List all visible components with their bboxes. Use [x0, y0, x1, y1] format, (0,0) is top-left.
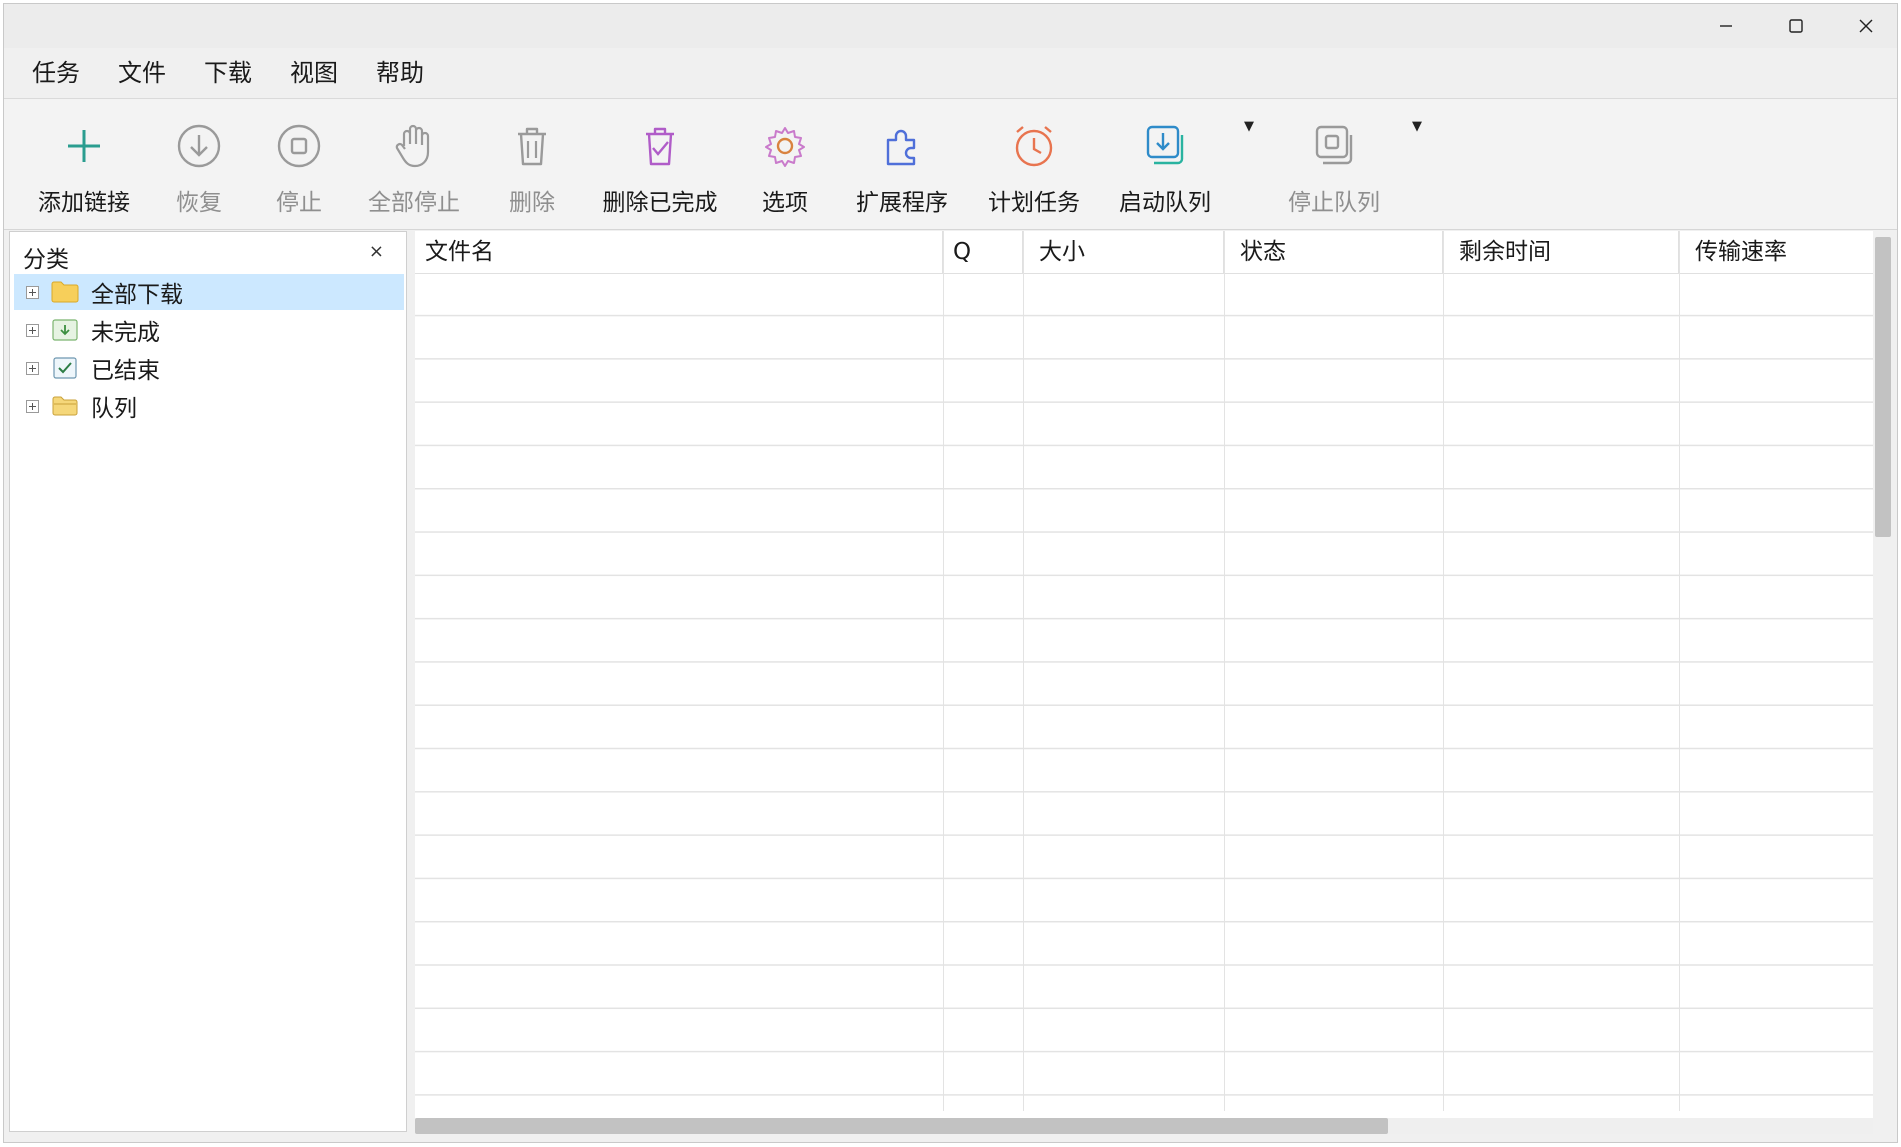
- resume-download-icon: [177, 124, 221, 168]
- stop-queue-button[interactable]: 停止队列: [1286, 99, 1382, 229]
- maximize-icon: [1789, 19, 1803, 33]
- category-panel: 分类 × 全部下载 未完成 已结束 队列: [9, 231, 407, 1132]
- column-header-transfer-rate[interactable]: 传输速率: [1679, 231, 1873, 273]
- extensions-label: 扩展程序: [856, 190, 948, 216]
- puzzle-icon: [886, 129, 916, 166]
- tree-item-label: 已结束: [91, 358, 160, 384]
- options-label: 选项: [762, 190, 808, 216]
- menu-file[interactable]: 文件: [118, 48, 166, 98]
- close-icon: [1859, 19, 1873, 33]
- expand-icon[interactable]: [26, 323, 39, 337]
- stop-queue-dropdown-icon[interactable]: ▼: [1412, 119, 1422, 134]
- delete-label: 删除: [509, 190, 555, 216]
- folder-icon: [51, 281, 79, 303]
- toolbar: 添加链接 恢复 停止 全部停止 删除 删除已完成 选项 扩展程序 计划任务 启动…: [4, 99, 1897, 230]
- category-panel-header: 分类 ×: [10, 232, 406, 273]
- column-header-size[interactable]: 大小: [1023, 231, 1224, 273]
- alarm-clock-icon: [1015, 126, 1053, 167]
- tree-item-incomplete[interactable]: 未完成: [14, 312, 404, 348]
- column-header-q[interactable]: Q: [943, 231, 1023, 273]
- start-queue-dropdown-icon[interactable]: ▼: [1244, 119, 1254, 134]
- gear-icon: [765, 127, 805, 167]
- column-divider: [1224, 231, 1225, 1111]
- stop-all-button[interactable]: 全部停止: [366, 99, 462, 229]
- minimize-icon: [1720, 25, 1732, 27]
- close-button[interactable]: [1831, 4, 1901, 48]
- menu-download[interactable]: 下载: [204, 48, 252, 98]
- tree-item-queue[interactable]: 队列: [14, 388, 404, 424]
- hand-stop-icon: [395, 124, 430, 168]
- extensions-button[interactable]: 扩展程序: [854, 99, 950, 229]
- start-queue-icon: [1146, 125, 1184, 165]
- menu-task[interactable]: 任务: [32, 48, 80, 98]
- incomplete-download-icon: [52, 319, 78, 341]
- stop-button[interactable]: 停止: [266, 99, 332, 229]
- trash-icon: [518, 127, 546, 166]
- stop-label: 停止: [276, 190, 322, 216]
- checkbox-checked-icon: [53, 357, 77, 379]
- vertical-scrollbar-thumb[interactable]: [1875, 237, 1891, 537]
- column-divider: [943, 231, 944, 1111]
- delete-completed-label: 删除已完成: [602, 190, 718, 216]
- title-bar: [4, 4, 1897, 48]
- trash-check-icon: [646, 127, 674, 166]
- tree-item-label: 全部下载: [91, 282, 183, 308]
- column-divider: [1443, 231, 1444, 1111]
- column-header-time-left[interactable]: 剩余时间: [1443, 231, 1679, 273]
- tree-item-all-downloads[interactable]: 全部下载: [14, 274, 404, 310]
- add-link-label: 添加链接: [38, 190, 130, 216]
- category-panel-title: 分类: [23, 247, 69, 273]
- expand-icon[interactable]: [26, 399, 39, 413]
- scheduler-label: 计划任务: [988, 190, 1080, 216]
- resume-label: 恢复: [176, 190, 222, 216]
- stop-queue-label: 停止队列: [1288, 190, 1380, 216]
- menu-help[interactable]: 帮助: [376, 48, 424, 98]
- plus-icon: [68, 130, 100, 162]
- scheduler-button[interactable]: 计划任务: [986, 99, 1082, 229]
- tree-item-label: 未完成: [91, 320, 160, 346]
- delete-completed-button[interactable]: 删除已完成: [600, 99, 720, 229]
- maximize-button[interactable]: [1761, 4, 1831, 48]
- add-link-button[interactable]: 添加链接: [32, 99, 136, 229]
- column-header-status[interactable]: 状态: [1224, 231, 1443, 273]
- column-divider: [1023, 231, 1024, 1111]
- resume-button[interactable]: 恢复: [166, 99, 232, 229]
- start-queue-button[interactable]: 启动队列: [1117, 99, 1213, 229]
- menu-bar: 任务 文件 下载 视图 帮助: [4, 48, 1897, 99]
- tree-item-finished[interactable]: 已结束: [14, 350, 404, 386]
- tree-item-label: 队列: [91, 396, 137, 422]
- grid-row-lines: [415, 273, 1873, 1113]
- stop-all-label: 全部停止: [368, 190, 460, 216]
- expand-icon[interactable]: [26, 285, 39, 299]
- download-list-header: 文件名 Q 大小 状态 剩余时间 传输速率: [415, 231, 1873, 274]
- close-panel-icon[interactable]: ×: [369, 241, 384, 262]
- stop-queue-icon: [1315, 125, 1353, 165]
- expand-icon[interactable]: [26, 361, 39, 375]
- menu-view[interactable]: 视图: [290, 48, 338, 98]
- column-divider: [1679, 231, 1680, 1111]
- delete-button[interactable]: 删除: [499, 99, 565, 229]
- options-button[interactable]: 选项: [752, 99, 818, 229]
- horizontal-scrollbar-thumb[interactable]: [415, 1118, 1388, 1134]
- queue-folder-icon: [52, 396, 78, 416]
- column-header-filename[interactable]: 文件名: [415, 231, 943, 273]
- minimize-button[interactable]: [1691, 4, 1761, 48]
- start-queue-label: 启动队列: [1119, 190, 1211, 216]
- download-list[interactable]: 文件名 Q 大小 状态 剩余时间 传输速率: [415, 231, 1873, 1132]
- stop-icon: [277, 124, 321, 168]
